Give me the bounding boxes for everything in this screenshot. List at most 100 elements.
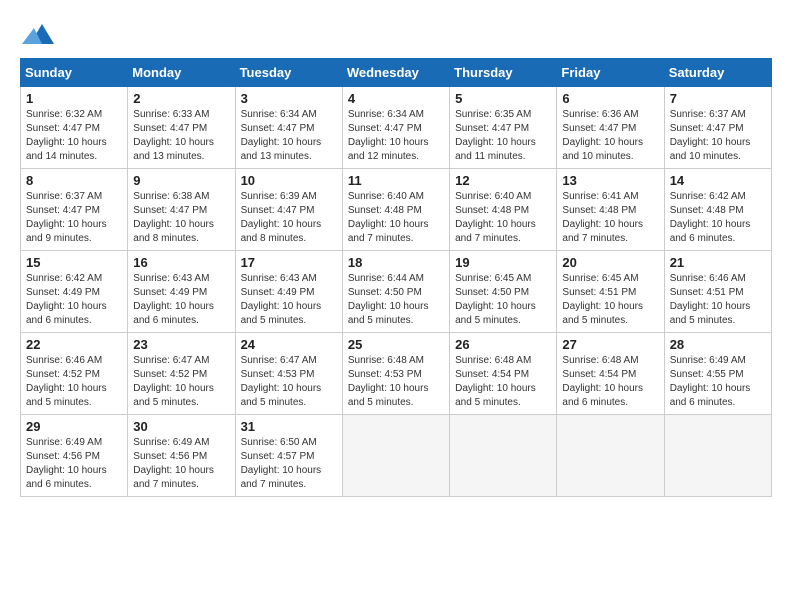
- calendar-cell: 17Sunrise: 6:43 AMSunset: 4:49 PMDayligh…: [235, 251, 342, 333]
- day-number: 22: [26, 337, 122, 352]
- day-number: 14: [670, 173, 766, 188]
- calendar-cell: 12 Sunrise: 6:40 AMSunset: 4:48 PMDayligh…: [450, 169, 557, 251]
- day-info: Sunrise: 6:45 AMSunset: 4:51 PMDaylight:…: [562, 272, 658, 328]
- day-number: 9: [133, 173, 229, 188]
- calendar-cell: 6Sunrise: 6:36 AMSunset: 4:47 PMDaylight…: [557, 87, 664, 169]
- day-info: Sunrise: 6:33 AMSunset: 4:47 PMDaylight:…: [133, 108, 229, 164]
- calendar-cell: 24 Sunrise: 6:47 AMSunset: 4:53 PMDayligh…: [235, 333, 342, 415]
- day-info: Sunrise: 6:47 AMSunset: 4:53 PMDaylight:…: [241, 354, 337, 410]
- calendar-cell: 2 Sunrise: 6:33 AMSunset: 4:47 PMDaylight…: [128, 87, 235, 169]
- day-number: 7: [670, 91, 766, 106]
- calendar-cell: 20 Sunrise: 6:45 AMSunset: 4:51 PMDayligh…: [557, 251, 664, 333]
- day-info: Sunrise: 6:45 AMSunset: 4:50 PMDaylight:…: [455, 272, 551, 328]
- day-number: 18: [348, 255, 444, 270]
- day-number: 12: [455, 173, 551, 188]
- calendar-cell: [664, 415, 771, 497]
- day-number: 28: [670, 337, 766, 352]
- header-monday: Monday: [128, 59, 235, 87]
- day-info: Sunrise: 6:42 AMSunset: 4:48 PMDaylight:…: [670, 190, 766, 246]
- calendar-cell: 5 Sunrise: 6:35 AMSunset: 4:47 PMDaylight…: [450, 87, 557, 169]
- calendar-week-1: 1Sunrise: 6:32 AMSunset: 4:47 PMDaylight…: [21, 87, 772, 169]
- calendar-cell: 23 Sunrise: 6:47 AMSunset: 4:52 PMDayligh…: [128, 333, 235, 415]
- calendar-cell: 9 Sunrise: 6:38 AMSunset: 4:47 PMDaylight…: [128, 169, 235, 251]
- day-number: 21: [670, 255, 766, 270]
- calendar-cell: 29 Sunrise: 6:49 AMSunset: 4:56 PMDayligh…: [21, 415, 128, 497]
- day-info: Sunrise: 6:39 AMSunset: 4:47 PMDaylight:…: [241, 190, 337, 246]
- day-info: Sunrise: 6:42 AMSunset: 4:49 PMDaylight:…: [26, 272, 122, 328]
- calendar-week-4: 22 Sunrise: 6:46 AMSunset: 4:52 PMDayligh…: [21, 333, 772, 415]
- logo: [20, 20, 54, 48]
- day-info: Sunrise: 6:44 AMSunset: 4:50 PMDaylight:…: [348, 272, 444, 328]
- day-info: Sunrise: 6:38 AMSunset: 4:47 PMDaylight:…: [133, 190, 229, 246]
- day-info: Sunrise: 6:43 AMSunset: 4:49 PMDaylight:…: [133, 272, 229, 328]
- day-info: Sunrise: 6:48 AMSunset: 4:54 PMDaylight:…: [562, 354, 658, 410]
- day-number: 25: [348, 337, 444, 352]
- calendar-cell: [342, 415, 449, 497]
- day-info: Sunrise: 6:50 AMSunset: 4:57 PMDaylight:…: [241, 436, 337, 492]
- day-info: Sunrise: 6:40 AMSunset: 4:48 PMDaylight:…: [348, 190, 444, 246]
- day-info: Sunrise: 6:41 AMSunset: 4:48 PMDaylight:…: [562, 190, 658, 246]
- day-number: 6: [562, 91, 658, 106]
- day-number: 16: [133, 255, 229, 270]
- day-number: 20: [562, 255, 658, 270]
- day-number: 23: [133, 337, 229, 352]
- header-wednesday: Wednesday: [342, 59, 449, 87]
- day-number: 8: [26, 173, 122, 188]
- day-info: Sunrise: 6:43 AMSunset: 4:49 PMDaylight:…: [241, 272, 337, 328]
- calendar-cell: 3Sunrise: 6:34 AMSunset: 4:47 PMDaylight…: [235, 87, 342, 169]
- header-thursday: Thursday: [450, 59, 557, 87]
- calendar-cell: 28 Sunrise: 6:49 AMSunset: 4:55 PMDayligh…: [664, 333, 771, 415]
- day-info: Sunrise: 6:37 AMSunset: 4:47 PMDaylight:…: [670, 108, 766, 164]
- day-number: 5: [455, 91, 551, 106]
- header-saturday: Saturday: [664, 59, 771, 87]
- calendar-cell: 22 Sunrise: 6:46 AMSunset: 4:52 PMDayligh…: [21, 333, 128, 415]
- day-number: 2: [133, 91, 229, 106]
- day-info: Sunrise: 6:46 AMSunset: 4:52 PMDaylight:…: [26, 354, 122, 410]
- calendar-cell: 4Sunrise: 6:34 AMSunset: 4:47 PMDaylight…: [342, 87, 449, 169]
- calendar-cell: 30Sunrise: 6:49 AMSunset: 4:56 PMDayligh…: [128, 415, 235, 497]
- day-number: 4: [348, 91, 444, 106]
- header-tuesday: Tuesday: [235, 59, 342, 87]
- header-friday: Friday: [557, 59, 664, 87]
- day-info: Sunrise: 6:46 AMSunset: 4:51 PMDaylight:…: [670, 272, 766, 328]
- day-info: Sunrise: 6:48 AMSunset: 4:54 PMDaylight:…: [455, 354, 551, 410]
- day-number: 29: [26, 419, 122, 434]
- day-info: Sunrise: 6:48 AMSunset: 4:53 PMDaylight:…: [348, 354, 444, 410]
- calendar-cell: 19 Sunrise: 6:45 AMSunset: 4:50 PMDayligh…: [450, 251, 557, 333]
- calendar-cell: 13 Sunrise: 6:41 AMSunset: 4:48 PMDayligh…: [557, 169, 664, 251]
- day-number: 24: [241, 337, 337, 352]
- calendar-cell: 25 Sunrise: 6:48 AMSunset: 4:53 PMDayligh…: [342, 333, 449, 415]
- calendar-cell: 1Sunrise: 6:32 AMSunset: 4:47 PMDaylight…: [21, 87, 128, 169]
- day-number: 13: [562, 173, 658, 188]
- calendar-week-2: 8Sunrise: 6:37 AMSunset: 4:47 PMDaylight…: [21, 169, 772, 251]
- calendar-cell: 8Sunrise: 6:37 AMSunset: 4:47 PMDaylight…: [21, 169, 128, 251]
- day-info: Sunrise: 6:49 AMSunset: 4:56 PMDaylight:…: [26, 436, 122, 492]
- calendar-cell: 18 Sunrise: 6:44 AMSunset: 4:50 PMDayligh…: [342, 251, 449, 333]
- day-info: Sunrise: 6:40 AMSunset: 4:48 PMDaylight:…: [455, 190, 551, 246]
- calendar-cell: 27 Sunrise: 6:48 AMSunset: 4:54 PMDayligh…: [557, 333, 664, 415]
- calendar-week-5: 29 Sunrise: 6:49 AMSunset: 4:56 PMDayligh…: [21, 415, 772, 497]
- calendar-cell: 21 Sunrise: 6:46 AMSunset: 4:51 PMDayligh…: [664, 251, 771, 333]
- day-info: Sunrise: 6:32 AMSunset: 4:47 PMDaylight:…: [26, 108, 122, 164]
- calendar-cell: 31 Sunrise: 6:50 AMSunset: 4:57 PMDayligh…: [235, 415, 342, 497]
- day-number: 3: [241, 91, 337, 106]
- calendar-cell: 15 Sunrise: 6:42 AMSunset: 4:49 PMDayligh…: [21, 251, 128, 333]
- header: [20, 20, 772, 48]
- day-number: 11: [348, 173, 444, 188]
- calendar-week-3: 15 Sunrise: 6:42 AMSunset: 4:49 PMDayligh…: [21, 251, 772, 333]
- day-info: Sunrise: 6:49 AMSunset: 4:55 PMDaylight:…: [670, 354, 766, 410]
- day-number: 19: [455, 255, 551, 270]
- calendar-cell: [557, 415, 664, 497]
- day-number: 27: [562, 337, 658, 352]
- day-number: 15: [26, 255, 122, 270]
- header-sunday: Sunday: [21, 59, 128, 87]
- day-number: 31: [241, 419, 337, 434]
- day-number: 10: [241, 173, 337, 188]
- calendar-cell: 11 Sunrise: 6:40 AMSunset: 4:48 PMDayligh…: [342, 169, 449, 251]
- day-info: Sunrise: 6:35 AMSunset: 4:47 PMDaylight:…: [455, 108, 551, 164]
- day-info: Sunrise: 6:47 AMSunset: 4:52 PMDaylight:…: [133, 354, 229, 410]
- calendar-cell: 10 Sunrise: 6:39 AMSunset: 4:47 PMDayligh…: [235, 169, 342, 251]
- calendar-cell: [450, 415, 557, 497]
- calendar: SundayMondayTuesdayWednesdayThursdayFrid…: [20, 58, 772, 497]
- day-number: 26: [455, 337, 551, 352]
